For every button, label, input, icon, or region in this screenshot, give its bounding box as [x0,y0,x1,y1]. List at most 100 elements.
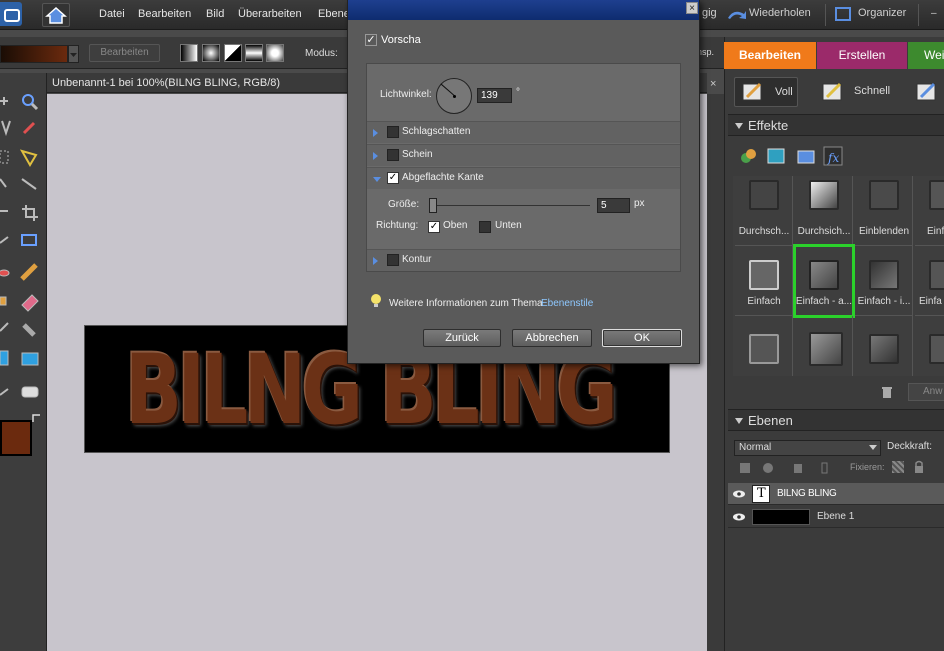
minimize-icon[interactable]: – [931,8,937,19]
menu-edit[interactable]: Bearbeiten [138,8,191,20]
lock-icon[interactable] [913,460,925,474]
glow-checkbox[interactable] [387,149,399,161]
eye-icon[interactable] [732,512,746,522]
layer-row-raster[interactable]: Ebene 1 [728,506,944,528]
fx-thumb-12[interactable] [915,316,944,376]
section-label: Abgeflachte Kante [402,172,484,183]
preview-checkbox[interactable]: ✓ [365,34,377,46]
fx-thumb-2[interactable]: Durchsich... [795,176,853,246]
guided-edit-icon[interactable] [916,81,940,103]
info-link[interactable]: Ebenenstile [541,298,593,309]
tab-create[interactable]: Erstellen [817,42,907,69]
menu-layer[interactable]: Ebene [318,8,350,20]
tab-edit[interactable]: Bearbeiten [724,42,816,69]
undo-label[interactable]: gig [702,7,717,19]
gradient-dropdown[interactable] [68,45,79,63]
fx-preview [749,180,779,210]
section-glow[interactable]: Schein [367,144,680,166]
menu-enhance[interactable]: Überarbeiten [238,8,302,20]
chevron-down-icon [70,53,77,57]
fx-preview [749,334,779,364]
blend-mode-select[interactable]: Normal [734,440,881,456]
menu-image[interactable]: Bild [206,8,224,20]
fx-thumb-5[interactable]: Einfach [735,246,793,316]
fx-thumb-8[interactable]: Einfa [915,246,944,316]
redo-button[interactable]: Wiederholen [749,7,811,19]
tab-share[interactable]: Wei [908,42,944,69]
direction-down-checkbox[interactable] [479,221,491,233]
expand-triangle-icon [373,257,378,265]
preview-label: Vorscha [381,34,421,46]
size-slider-track[interactable] [430,205,590,206]
info-text: Weitere Informationen zum Thema [389,298,543,309]
swap-colors-icon[interactable] [31,412,43,424]
collapse-triangle-icon [735,418,743,424]
eye-icon[interactable] [732,489,746,499]
section-stroke[interactable]: Kontur [367,249,680,271]
section-label: Schlagschatten [402,126,471,137]
size-unit: px [634,198,645,209]
size-input[interactable]: 5 [597,198,630,213]
section-drop-shadow[interactable]: Schlagschatten [367,121,680,143]
light-angle-input[interactable]: 139 [477,88,512,103]
bevel-checkbox[interactable]: ✓ [387,172,399,184]
stroke-checkbox[interactable] [387,254,399,266]
bucket-icon [22,323,36,337]
fx-thumb-1[interactable]: Durchsch... [735,176,793,246]
linear-gradient-icon[interactable] [180,44,198,62]
cancel-button[interactable]: Abbrechen [512,329,592,347]
drop-shadow-checkbox[interactable] [387,126,399,138]
wand-icon [0,178,7,188]
gradient-tool-icon [0,350,9,366]
layers-header[interactable]: Ebenen [728,409,944,431]
document-title: Unbenannt-1 bei 100%(BILNG BLING, RGB/8) [52,77,281,89]
menu-divider [918,4,919,26]
section-bevel[interactable]: ✓ Abgeflachte Kante [367,167,680,189]
crop-icon [22,205,38,221]
home-button[interactable] [42,3,70,27]
camera-app-icon[interactable] [0,2,22,26]
fx-thumb-7[interactable]: Einfach - i... [855,246,913,316]
fx-thumb-10[interactable] [795,316,853,376]
light-angle-dial[interactable] [436,78,472,114]
diamond-gradient-icon[interactable] [266,44,284,62]
new-layer-icon [740,463,750,473]
edit-gradient-button[interactable]: Bearbeiten [89,44,160,62]
cookie-icon [0,236,9,244]
fx-thumb-9[interactable] [735,316,793,376]
fx-preview [809,180,839,210]
canvas-scrollbar[interactable] [707,94,724,651]
eyedropper-icon [22,121,36,135]
layer-row-text[interactable]: T BILNG BLING [728,483,944,505]
dial-center [453,95,456,98]
lock-transparency-icon[interactable] [892,461,904,473]
ok-button[interactable]: OK [602,329,682,347]
apply-button[interactable]: Anw [908,383,944,401]
fx-thumb-3[interactable]: Einblenden [855,176,913,246]
foreground-color-swatch[interactable] [0,420,32,456]
size-slider-knob[interactable] [429,198,437,213]
dial-needle [440,83,455,96]
dialog-close-button[interactable]: × [686,2,698,14]
reflected-gradient-icon[interactable] [245,44,263,62]
direction-up-checkbox[interactable]: ✓ [428,221,440,233]
close-document-icon[interactable]: × [710,78,716,90]
direction-down-label: Unten [495,220,522,231]
move-icon [0,97,8,105]
angle-gradient-icon[interactable] [224,44,242,62]
gradient-swatch[interactable] [0,45,68,63]
reset-button[interactable]: Zurück [423,329,501,347]
radial-gradient-icon[interactable] [202,44,220,62]
styles-icon [767,148,785,164]
organizer-button[interactable]: Organizer [858,7,906,19]
fx-preview [869,180,899,210]
fx-thumb-11[interactable] [855,316,913,376]
effects-header[interactable]: Effekte [728,114,944,136]
menu-file[interactable]: Datei [99,8,125,20]
trash-icon[interactable] [880,385,894,399]
fx-thumb-4[interactable]: Einf [915,176,944,246]
sponge-icon [0,388,9,396]
fx-thumb-selected[interactable]: Einfach - a... [793,244,855,318]
dialog-titlebar[interactable] [348,0,699,20]
lasso-icon [19,149,38,167]
